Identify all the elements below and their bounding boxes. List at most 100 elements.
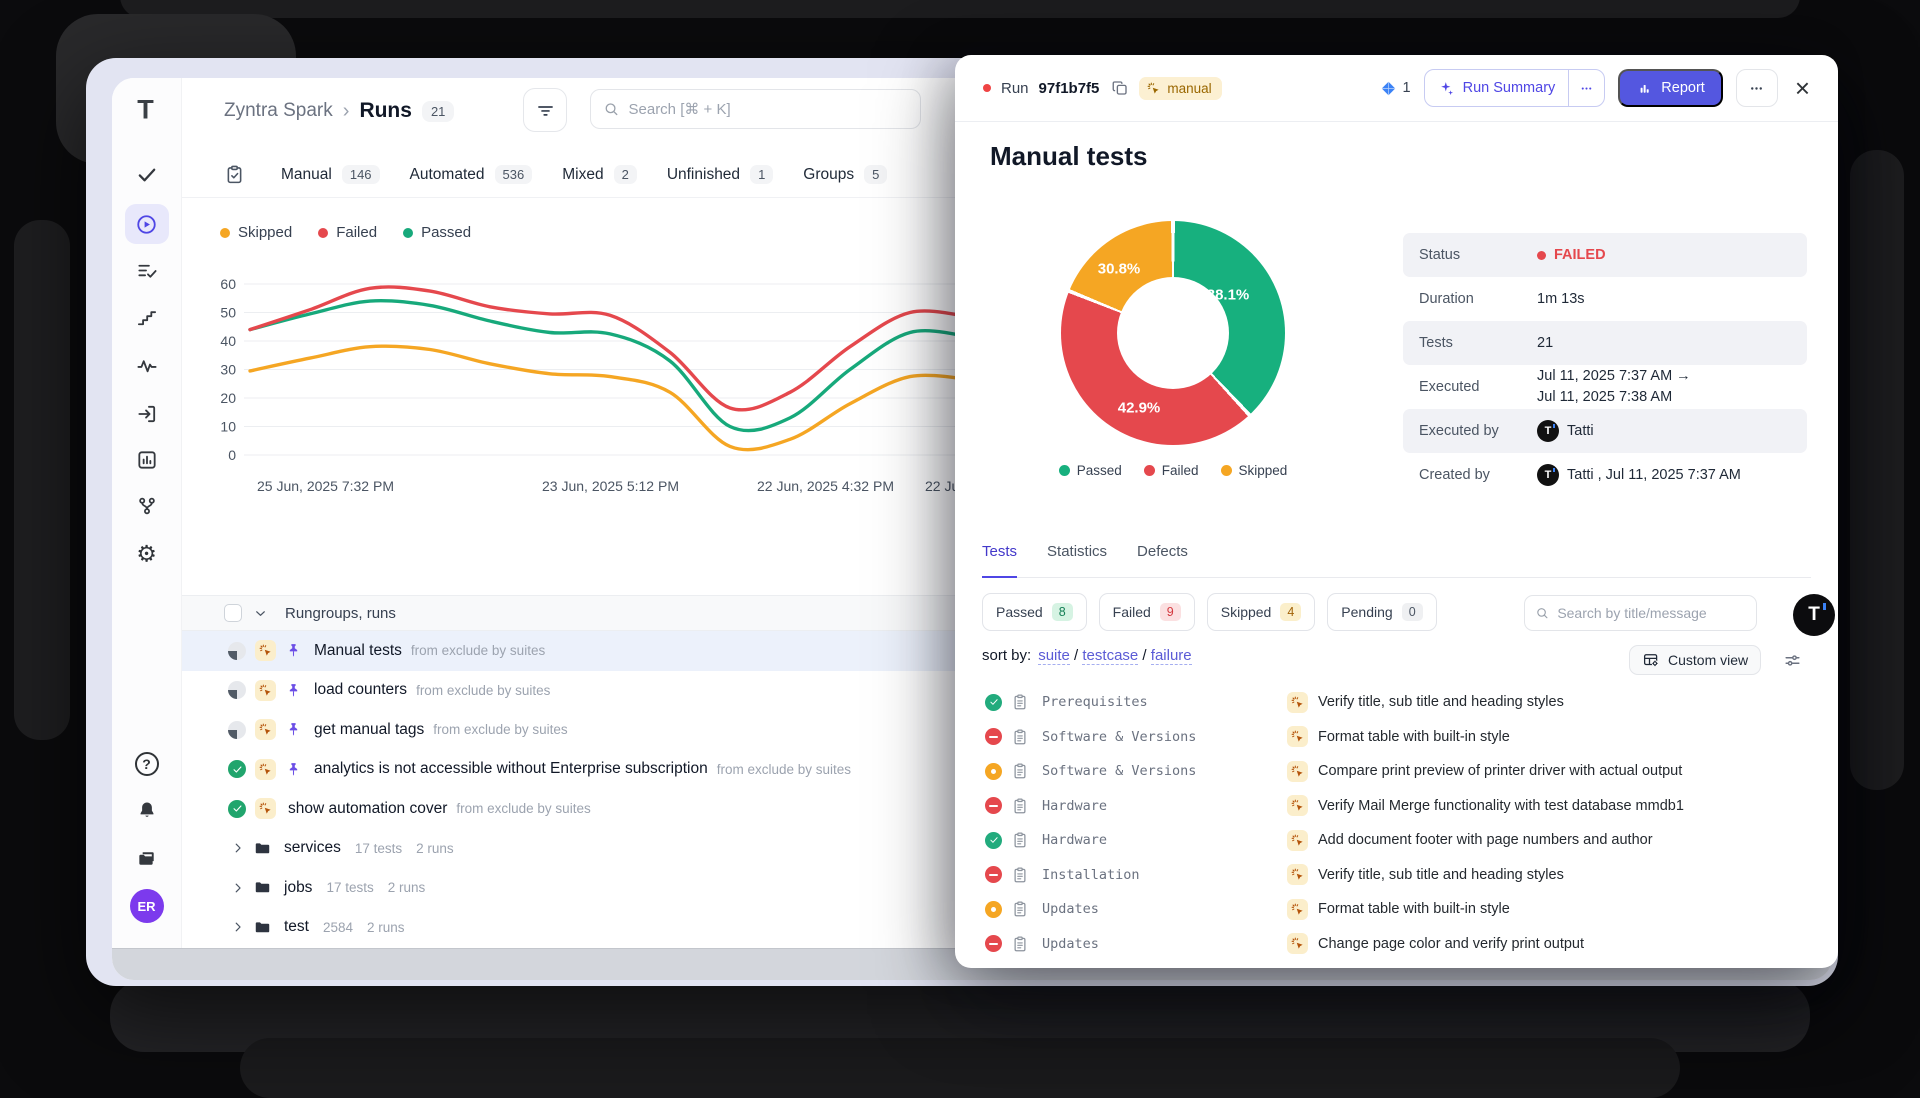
pin-icon[interactable] [285, 721, 302, 738]
run-name[interactable]: services [284, 839, 341, 857]
test-row[interactable]: Software & Versions Format table with bu… [955, 720, 1838, 755]
info-value: Tatti [1567, 423, 1594, 439]
help-icon: ? [135, 752, 159, 776]
clipboard-icon [1011, 762, 1029, 780]
sidebar-item-milestones[interactable] [135, 307, 158, 330]
test-title[interactable]: Verify Mail Merge functionality with tes… [1318, 798, 1684, 814]
runs-tab[interactable]: Groups 5 [803, 165, 887, 184]
run-name[interactable]: test [284, 918, 309, 936]
runs-tab[interactable]: Mixed 2 [562, 165, 637, 184]
run-name[interactable]: analytics is not accessible without Ente… [314, 760, 708, 778]
select-runs-icon[interactable] [224, 164, 245, 185]
sidebar-item-activity[interactable] [135, 355, 158, 378]
pin-icon[interactable] [285, 642, 302, 659]
svg-text:40: 40 [220, 333, 236, 349]
test-status-icon [985, 763, 1002, 780]
search-input[interactable] [629, 101, 909, 118]
legend-dot [1221, 465, 1232, 476]
expand-chevron-icon[interactable] [231, 841, 245, 855]
pin-icon[interactable] [285, 682, 302, 699]
panel-more-button[interactable] [1736, 69, 1778, 107]
test-row[interactable]: Prerequisites Verify title, sub title an… [955, 685, 1838, 720]
select-all-checkbox[interactable] [224, 604, 242, 622]
test-title[interactable]: Verify title, sub title and heading styl… [1318, 694, 1564, 710]
test-title[interactable]: Format table with built-in style [1318, 729, 1510, 745]
panel-tab[interactable]: Statistics [1047, 543, 1107, 577]
sidebar-item-testcases[interactable] [135, 164, 158, 187]
sidebar-item-settings[interactable]: ⚙ [136, 541, 157, 568]
test-title[interactable]: Format table with built-in style [1318, 901, 1510, 917]
copy-run-id-button[interactable] [1111, 79, 1129, 97]
projects-button[interactable] [135, 848, 158, 871]
sort-link-failure[interactable]: failure [1151, 647, 1192, 665]
test-row[interactable]: Software & Versions Compare print previe… [955, 754, 1838, 789]
x-axis-label: 25 Jun, 2025 7:32 PM [257, 478, 394, 494]
sidebar-item-runs[interactable] [125, 204, 169, 244]
sidebar-item-plans[interactable] [135, 260, 158, 283]
tests-search-input[interactable] [1557, 605, 1746, 621]
status-filter-chip[interactable]: Pending 0 [1327, 593, 1436, 631]
notifications-button[interactable] [135, 800, 158, 823]
sort-link-testcase[interactable]: testcase [1082, 647, 1138, 665]
global-search[interactable] [590, 89, 921, 129]
runs-tab[interactable]: Manual 146 [281, 165, 380, 184]
run-summary-button[interactable]: Run Summary [1424, 69, 1606, 107]
test-row[interactable]: Hardware Add document footer with page n… [955, 823, 1838, 858]
test-row[interactable]: Updates Format table with built-in style [955, 892, 1838, 927]
test-title[interactable]: Verify title, sub title and heading styl… [1318, 867, 1564, 883]
status-filter-chip[interactable]: Skipped 4 [1207, 593, 1316, 631]
search-icon [1535, 605, 1549, 621]
test-row[interactable]: Installation Verify title, sub title and… [955, 858, 1838, 893]
assistant-avatar[interactable]: T [1793, 594, 1835, 636]
test-title[interactable]: Change page color and verify print outpu… [1318, 936, 1584, 952]
sidebar-item-branches[interactable] [135, 495, 158, 518]
report-button[interactable]: Report [1618, 69, 1723, 107]
status-filter-chip[interactable]: Failed 9 [1099, 593, 1195, 631]
svg-text:60: 60 [220, 276, 236, 292]
run-name[interactable]: load counters [314, 681, 407, 699]
x-axis-label: 22 Jun, 2025 4:32 PM [757, 478, 894, 494]
run-name[interactable]: show automation cover [288, 800, 447, 818]
custom-view-button[interactable]: Custom view [1629, 645, 1761, 675]
sidebar-item-imports[interactable] [135, 403, 158, 426]
group-tests-count: 17 tests [355, 841, 402, 856]
folder-icon [253, 918, 272, 937]
credits-indicator[interactable]: 1 [1380, 80, 1411, 97]
run-name[interactable]: get manual tags [314, 721, 424, 739]
pin-icon[interactable] [285, 761, 302, 778]
panel-tab[interactable]: Tests [982, 543, 1017, 578]
sort-label: sort by: [982, 647, 1031, 664]
filter-button[interactable] [523, 88, 567, 132]
view-settings-button[interactable] [1783, 651, 1802, 670]
expand-chevron-icon[interactable] [231, 920, 245, 934]
sort-link-suite[interactable]: suite [1038, 647, 1070, 665]
run-name[interactable]: jobs [284, 879, 312, 897]
run-info-table: Status T FAILED Duration T 1m 13s Tests … [1403, 233, 1807, 497]
info-label: Duration [1419, 291, 1537, 307]
expand-chevron-icon[interactable] [231, 881, 245, 895]
run-summary-more-button[interactable] [1568, 70, 1604, 106]
test-row[interactable] [955, 961, 1838, 968]
runs-tab[interactable]: Unfinished 1 [667, 165, 773, 184]
test-title[interactable]: Add document footer with page numbers an… [1318, 832, 1653, 848]
tests-search[interactable] [1524, 595, 1757, 631]
close-panel-button[interactable]: × [1791, 75, 1814, 101]
user-avatar[interactable]: ER [130, 889, 164, 923]
info-row: Executed by T Tatti [1403, 409, 1807, 453]
info-label: Tests [1419, 335, 1537, 351]
panel-tab[interactable]: Defects [1137, 543, 1188, 577]
test-status-icon [985, 797, 1002, 814]
sidebar-item-reports[interactable] [135, 449, 158, 472]
help-button[interactable]: ? [135, 752, 159, 776]
sort-row: sort by: suite / testcase / failure [982, 647, 1192, 664]
chevron-down-icon[interactable] [253, 606, 268, 621]
test-row[interactable]: Updates Change page color and verify pri… [955, 927, 1838, 962]
test-suite: Installation [1042, 867, 1278, 883]
status-filter-chip[interactable]: Passed 8 [982, 593, 1087, 631]
test-title[interactable]: Compare print preview of printer driver … [1318, 763, 1682, 779]
test-row[interactable]: Hardware Verify Mail Merge functionality… [955, 789, 1838, 824]
run-name[interactable]: Manual tests [314, 642, 402, 660]
app-logo[interactable]: T [137, 95, 156, 126]
runs-tab[interactable]: Automated 536 [410, 165, 533, 184]
breadcrumb-project[interactable]: Zyntra Spark [224, 100, 333, 122]
